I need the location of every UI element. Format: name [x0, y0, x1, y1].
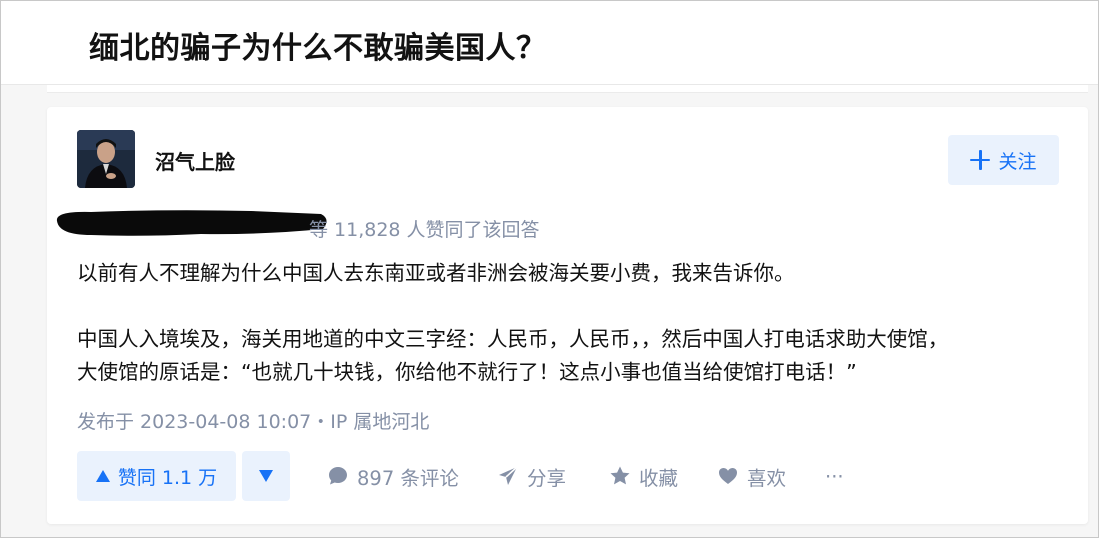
action-bar: 赞同 1.1 万 897 条评论 分享 收藏 喜欢 ···	[77, 451, 1057, 501]
share-label: 分享	[527, 466, 567, 490]
answer-paragraph: 中国人入境埃及，海关用地道的中文三字经：人民币，人民币，，然后中国人打电话求助大…	[77, 327, 949, 351]
share-icon	[499, 466, 518, 485]
avatar[interactable]	[77, 130, 135, 188]
follow-button[interactable]: 关注	[948, 135, 1059, 185]
comments-button[interactable]: 897 条评论	[327, 451, 459, 501]
answer-paragraph: 以前有人不理解为什么中国人去东南亚或者非洲会被海关要小费，我来告诉你。	[77, 261, 795, 285]
heart-icon	[719, 468, 737, 484]
upvote-label: 赞同 1.1 万	[117, 466, 218, 489]
author-name[interactable]: 沼气上脸	[155, 146, 235, 175]
star-icon	[610, 466, 630, 485]
triangle-down-icon	[259, 470, 273, 482]
redaction-mark	[56, 210, 327, 236]
like-button[interactable]: 喜欢	[717, 451, 786, 501]
triangle-up-icon	[95, 470, 110, 482]
avatar-image	[77, 130, 135, 188]
header-divider	[47, 85, 1088, 93]
comment-icon	[329, 467, 347, 485]
collect-label: 收藏	[639, 466, 679, 490]
more-button[interactable]: ···	[825, 451, 844, 501]
voters-summary: 等 11,828 人赞同了该回答	[309, 219, 540, 241]
plus-icon	[970, 150, 991, 170]
comments-label: 897 条评论	[357, 466, 459, 490]
upvote-button[interactable]: 赞同 1.1 万	[77, 451, 236, 501]
more-icon: ···	[825, 464, 844, 488]
question-header: 缅北的骗子为什么不敢骗美国人？	[1, 1, 1098, 85]
like-label: 喜欢	[747, 466, 787, 490]
share-button[interactable]: 分享	[497, 451, 566, 501]
follow-label: 关注	[998, 150, 1037, 173]
answer-card: 沼气上脸 关注 等 11,828 人赞同了该回答 以前有人不理解为什么中国人去东…	[47, 107, 1088, 524]
question-title: 缅北的骗子为什么不敢骗美国人？	[89, 31, 547, 66]
collect-button[interactable]: 收藏	[609, 451, 678, 501]
publish-meta[interactable]: 发布于 2023-04-08 10:07・IP 属地河北	[77, 407, 429, 434]
answer-paragraph: 大使馆的原话是：“也就几十块钱，你给他不就行了！这点小事也值当给使馆打电话！”	[77, 360, 857, 384]
downvote-button[interactable]	[242, 451, 290, 501]
